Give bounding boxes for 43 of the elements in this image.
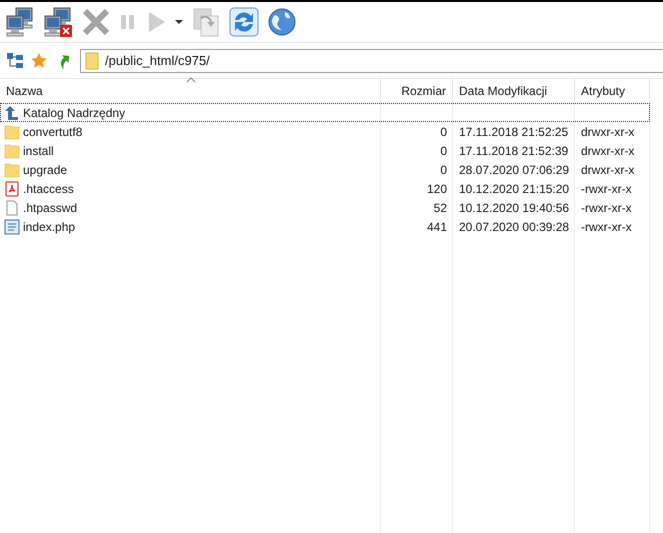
size-cell-text: 120 (426, 180, 447, 198)
attributes-cell-text: -rwxr-xr-x (581, 218, 632, 236)
size-cell-text: 0 (440, 124, 447, 140)
attributes-cell-text: drwxr-xr-x (581, 124, 634, 140)
attributes-cell-text: drwxr-xr-x (581, 142, 634, 160)
size-cell-text: 441 (426, 218, 447, 236)
size-cell-text: 0 (440, 142, 447, 160)
file-name[interactable]: index.php (23, 218, 76, 236)
file-name[interactable]: .htpasswd (23, 198, 78, 216)
computers-disconnect-icon[interactable] (42, 6, 74, 38)
folder-icon (4, 162, 20, 178)
refresh-icon[interactable] (228, 6, 260, 38)
folder-icon (85, 52, 99, 70)
date-cell-text: 28.07.2020 07:06:29 (459, 162, 570, 178)
file-name[interactable]: install (23, 142, 54, 160)
file-name[interactable]: Katalog Nadrzędny (23, 104, 126, 122)
file-name[interactable]: convertutf8 (23, 122, 82, 140)
column-header[interactable]: Data Modyfikacji (453, 79, 575, 102)
size-cell-text: 52 (434, 200, 447, 216)
date-cell-text: 17.11.2018 21:52:25 (459, 124, 568, 140)
date-cell-text: 10.12.2020 19:40:56 (459, 200, 570, 216)
column-header[interactable]: Nazwa (0, 79, 381, 102)
date-cell-text: 20.07.2020 00:39:28 (459, 218, 570, 236)
attributes-cell-text: -rwxr-xr-x (581, 200, 632, 216)
size-cell-text: 0 (440, 162, 447, 178)
file-name[interactable]: upgrade (23, 160, 68, 178)
date-cell-text: 10.12.2020 21:15:20 (459, 180, 570, 198)
file-icon (4, 200, 20, 216)
folder-icon (4, 124, 20, 140)
path-field[interactable]: /public_html/c975/ (80, 48, 663, 72)
pdf-file-icon (4, 180, 20, 196)
globe-icon[interactable] (266, 6, 298, 38)
up-arrow-icon (4, 104, 20, 120)
script-file-icon (4, 218, 20, 234)
tree-icon[interactable] (6, 52, 24, 70)
column-header[interactable]: Atrybuty (575, 79, 650, 102)
file-name[interactable]: .htaccess (23, 180, 74, 198)
attributes-cell-text: -rwxr-xr-x (581, 180, 632, 198)
star-icon[interactable] (30, 52, 48, 70)
folder-icon (4, 142, 20, 158)
column-header[interactable]: Rozmiar (381, 79, 453, 102)
date-cell-text: 17.11.2018 21:52:39 (459, 142, 568, 160)
attributes-cell-text: drwxr-xr-x (581, 162, 634, 178)
